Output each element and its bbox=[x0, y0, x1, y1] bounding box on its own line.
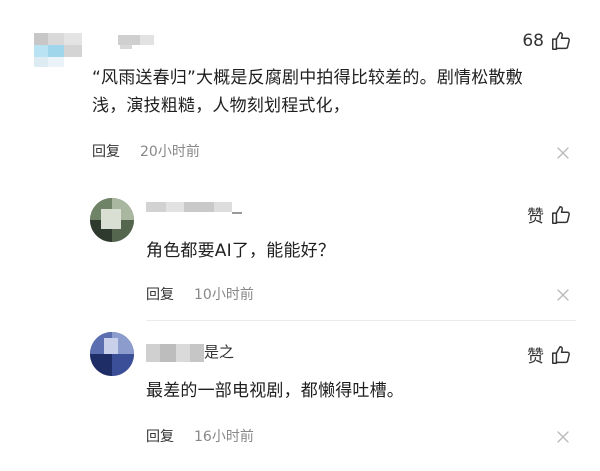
comment-text: “风雨送春归”大概是反腐剧中拍得比较差的。剧情松散敷 浅，演技粗糙，人物刻划程式… bbox=[92, 64, 582, 120]
comment-text-line: 角色都要AI了，能能好？ bbox=[146, 241, 336, 261]
avatar[interactable] bbox=[90, 332, 134, 376]
like-label: 赞 bbox=[527, 347, 544, 367]
like-button[interactable]: 赞 bbox=[527, 202, 572, 227]
divider bbox=[146, 320, 576, 321]
blurred-username[interactable] bbox=[146, 202, 246, 220]
comment-meta: 回复 10小时前 bbox=[146, 284, 254, 304]
comment-2: 赞 角色都要AI了，能能好？ 回复 10小时前 bbox=[0, 180, 600, 320]
blurred-username[interactable] bbox=[146, 344, 204, 362]
thumbs-up-icon bbox=[552, 32, 570, 50]
comment-text: 角色都要AI了，能能好？ bbox=[146, 237, 566, 265]
reply-button[interactable]: 回复 bbox=[146, 284, 174, 304]
like-count: 68 bbox=[522, 31, 544, 51]
close-icon[interactable] bbox=[556, 430, 570, 444]
timestamp: 20小时前 bbox=[140, 144, 200, 160]
comment-1: 68 “风雨送春归”大概是反腐剧中拍得比较差的。剧情松散敷 浅，演技粗糙，人物刻… bbox=[0, 0, 600, 180]
like-button[interactable]: 赞 bbox=[527, 342, 572, 367]
comment-text-line: 最差的一部电视剧，都懒得吐槽。 bbox=[146, 381, 404, 401]
reply-button[interactable]: 回复 bbox=[92, 141, 120, 161]
like-label: 赞 bbox=[527, 207, 544, 227]
timestamp: 16小时前 bbox=[194, 429, 254, 445]
close-icon[interactable] bbox=[556, 288, 570, 302]
comment-text-line: “风雨送春归”大概是反腐剧中拍得比较差的。剧情松散敷 bbox=[92, 68, 523, 88]
blurred-avatar[interactable] bbox=[34, 33, 154, 67]
thumbs-up-icon bbox=[552, 345, 570, 364]
thumbs-up-icon bbox=[552, 205, 570, 224]
timestamp: 10小时前 bbox=[194, 287, 254, 303]
close-icon[interactable] bbox=[556, 146, 570, 160]
like-button[interactable]: 68 bbox=[522, 30, 572, 52]
comment-meta: 回复 20小时前 bbox=[92, 141, 200, 161]
avatar[interactable] bbox=[90, 198, 134, 242]
comment-3: 是之 赞 最差的一部电视剧，都懒得吐槽。 回复 16小时前 bbox=[0, 322, 600, 471]
username-fragment: 是之 bbox=[204, 343, 235, 361]
reply-button[interactable]: 回复 bbox=[146, 426, 174, 446]
comment-meta: 回复 16小时前 bbox=[146, 426, 254, 446]
comment-text: 最差的一部电视剧，都懒得吐槽。 bbox=[146, 377, 566, 405]
comment-text-line: 浅，演技粗糙，人物刻划程式化， bbox=[92, 96, 350, 116]
